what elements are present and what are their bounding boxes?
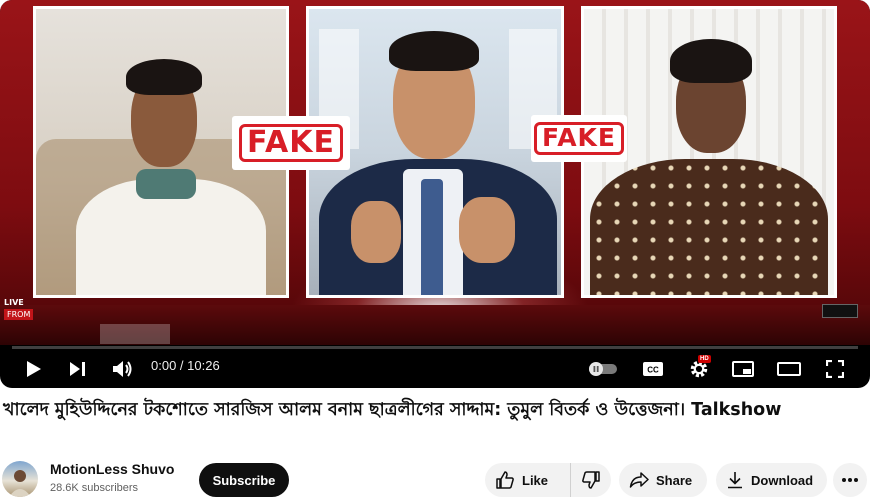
person-collar (136, 169, 196, 199)
person-tie (421, 179, 443, 295)
person-body (590, 159, 828, 295)
video-title: খালেদ মুহিউদ্দিনের টকশোতে সারজিস আলম বনা… (3, 400, 782, 420)
hd-badge: HD (698, 355, 711, 363)
share-button[interactable]: Share (619, 463, 707, 497)
theater-icon (777, 361, 801, 376)
thumbs-up-icon (496, 471, 514, 489)
person-hand (459, 197, 515, 263)
player-controls: 0:00 / 10:26 CC HD (0, 349, 870, 388)
dislike-button[interactable] (571, 463, 611, 497)
video-frame[interactable]: FAKE FAKE LIVE FROM (0, 0, 870, 345)
video-player[interactable]: FAKE FAKE LIVE FROM 0:00 / 10:26 CC HD (0, 0, 870, 388)
miniplayer-icon (732, 360, 754, 377)
download-button[interactable]: Download (716, 463, 827, 497)
like-dislike-group: Like (485, 463, 611, 497)
person-hand (351, 201, 401, 263)
volume-icon (113, 360, 132, 377)
person-hair (126, 59, 202, 95)
thumbs-down-icon (582, 471, 600, 489)
download-icon (728, 472, 742, 489)
theater-mode-button[interactable] (776, 349, 802, 388)
captions-icon: CC (643, 361, 663, 376)
play-icon (27, 360, 41, 377)
share-icon (629, 472, 649, 488)
volume-button[interactable] (110, 349, 136, 388)
fake-stamp: FAKE (232, 116, 350, 170)
live-label: LIVE (4, 298, 24, 307)
channel-avatar[interactable] (2, 461, 38, 497)
fullscreen-icon (826, 359, 844, 378)
skip-next-icon (70, 361, 85, 376)
miniplayer-button[interactable] (730, 349, 756, 388)
svg-text:CC: CC (647, 365, 659, 374)
fake-stamp-text: FAKE (533, 122, 624, 155)
like-button[interactable]: Like (485, 463, 571, 497)
person-hair (389, 31, 479, 71)
fullscreen-button[interactable] (822, 349, 848, 388)
avatar-image (9, 470, 31, 497)
subscriber-count: 28.6K subscribers (50, 482, 139, 494)
news-ticker (100, 324, 170, 344)
channel-name[interactable]: MotionLess Shuvo (50, 461, 174, 477)
from-label: FROM (4, 309, 34, 320)
share-label: Share (656, 472, 693, 488)
more-horizontal-icon (842, 478, 858, 482)
fake-stamp: FAKE (531, 115, 627, 162)
settings-button[interactable]: HD (686, 349, 712, 388)
download-label: Download (751, 472, 814, 488)
channel-logo-overlay (822, 304, 858, 318)
fake-stamp-text: FAKE (238, 124, 343, 162)
subscribe-button[interactable]: Subscribe (199, 463, 289, 497)
play-button[interactable] (22, 349, 46, 388)
more-actions-button[interactable] (833, 463, 867, 497)
captions-button[interactable]: CC (640, 349, 666, 388)
autoplay-toggle-icon (589, 361, 617, 376)
next-button[interactable] (66, 349, 90, 388)
autoplay-toggle[interactable] (586, 349, 620, 388)
like-label: Like (522, 472, 549, 488)
person-hair (670, 39, 752, 83)
time-display: 0:00 / 10:26 (151, 358, 220, 373)
